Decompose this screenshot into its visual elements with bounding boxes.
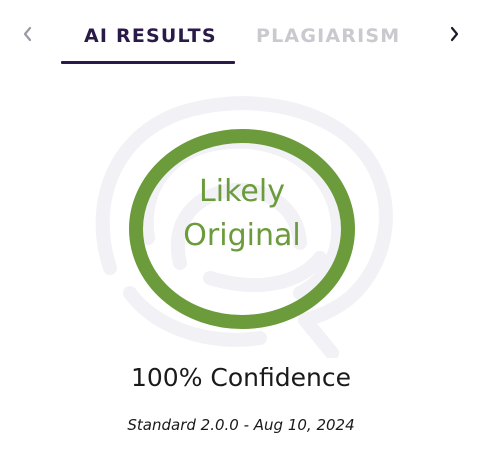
chevron-right-icon xyxy=(450,26,459,42)
confidence-text: 100% Confidence xyxy=(131,363,351,392)
result-verdict-line1: Likely xyxy=(199,174,285,209)
results-tab-bar: AI RESULTS PLAGIARISM xyxy=(0,0,487,66)
previous-tab-button[interactable] xyxy=(16,22,40,46)
tab-ai-results[interactable]: AI RESULTS xyxy=(84,24,217,48)
next-tab-button[interactable] xyxy=(442,22,466,46)
active-tab-indicator xyxy=(61,61,235,64)
result-verdict: Likely Original xyxy=(128,170,356,258)
result-verdict-line2: Original xyxy=(183,218,301,253)
tab-plagiarism[interactable]: PLAGIARISM xyxy=(256,24,400,48)
chevron-left-icon xyxy=(23,26,32,42)
model-version-text: Standard 2.0.0 - Aug 10, 2024 xyxy=(127,416,355,434)
